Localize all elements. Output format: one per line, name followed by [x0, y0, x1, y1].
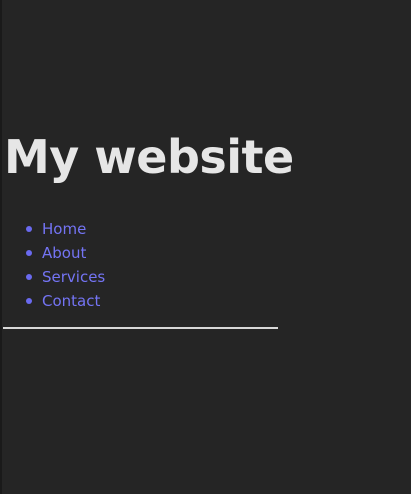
nav-link-home[interactable]: Home: [42, 217, 86, 241]
horizontal-rule: [3, 327, 278, 329]
bullet-icon: [26, 274, 32, 280]
bullet-icon: [26, 298, 32, 304]
nav-link-about[interactable]: About: [42, 241, 86, 265]
nav-link-services[interactable]: Services: [42, 265, 105, 289]
bullet-icon: [26, 226, 32, 232]
bullet-icon: [26, 250, 32, 256]
nav-link-contact[interactable]: Contact: [42, 289, 100, 313]
page-title: My website: [4, 130, 294, 184]
page-body: My website Home About Services Contact: [2, 0, 411, 494]
